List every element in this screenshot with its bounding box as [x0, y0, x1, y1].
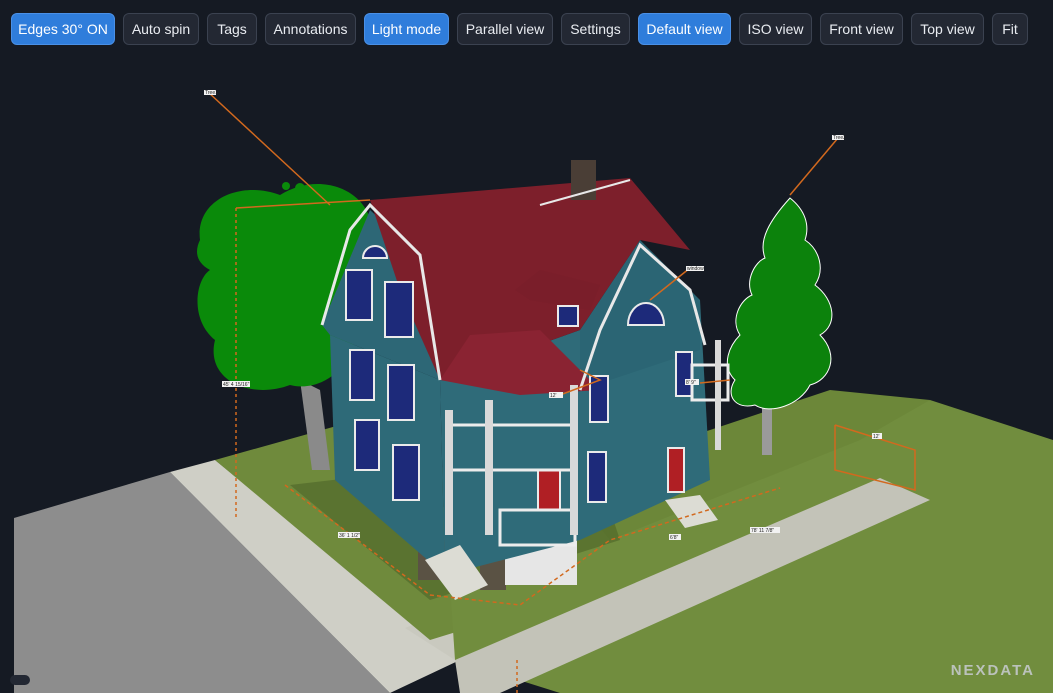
iso-view-button[interactable]: ISO view: [739, 13, 812, 45]
auto-spin-button[interactable]: Auto spin: [123, 13, 199, 45]
default-view-button[interactable]: Default view: [638, 13, 731, 45]
edges-toggle-button[interactable]: Edges 30° ON: [11, 13, 115, 45]
annotations-button[interactable]: Annotations: [265, 13, 356, 45]
status-indicator: [10, 675, 30, 685]
toolbar: Edges 30° ON Auto spin Tags Annotations …: [11, 13, 1028, 45]
watermark-logo: NEXDATA: [950, 662, 1035, 679]
dim-right: 8' 9": [686, 380, 696, 386]
dim-porch: 12': [550, 393, 557, 399]
chimney: [571, 160, 596, 200]
tag-window: window: [687, 266, 704, 272]
light-mode-button[interactable]: Light mode: [364, 13, 449, 45]
dim-side-length: 78' 11 7/8": [751, 528, 774, 534]
front-door: [537, 469, 561, 511]
dim-walk: 6'8": [670, 535, 679, 541]
dim-front-depth: 36' 1 1/2": [339, 533, 360, 539]
dim-height: 45' 4 15/16": [223, 382, 250, 388]
side-door: [667, 447, 685, 493]
tag-tree-right: Tree2: [833, 135, 846, 141]
3d-scene-canvas[interactable]: Tree1 Tree2 window 45' 4 15/16" 36' 1 1/…: [0, 0, 1053, 693]
settings-button[interactable]: Settings: [561, 13, 630, 45]
front-view-button[interactable]: Front view: [820, 13, 903, 45]
tag-tree-left: Tree1: [205, 90, 218, 96]
model-viewer[interactable]: Edges 30° ON Auto spin Tags Annotations …: [0, 0, 1053, 693]
parallel-view-button[interactable]: Parallel view: [457, 13, 553, 45]
dim-right-lot: 12': [873, 434, 880, 440]
fit-button[interactable]: Fit: [992, 13, 1028, 45]
tags-button[interactable]: Tags: [207, 13, 257, 45]
top-view-button[interactable]: Top view: [911, 13, 984, 45]
